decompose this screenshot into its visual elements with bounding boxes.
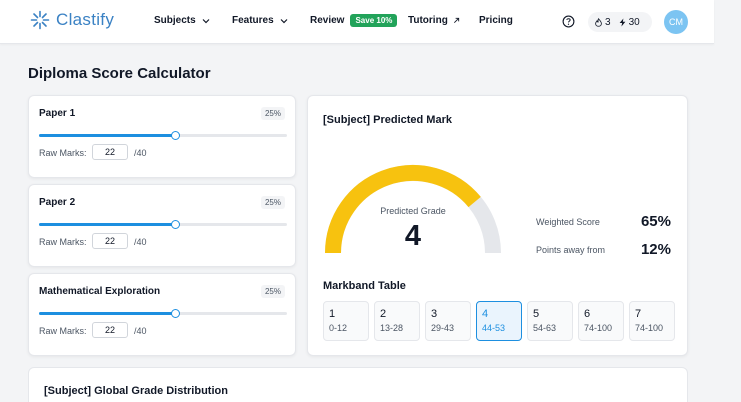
nav-tutoring-label: Tutoring bbox=[408, 15, 448, 26]
raw-marks-max: /40 bbox=[134, 326, 147, 336]
markband-range: 74-100 bbox=[584, 323, 613, 333]
marks-slider[interactable] bbox=[39, 131, 287, 140]
markband-grade: 1 bbox=[329, 308, 336, 320]
weight-badge: 25% bbox=[260, 107, 285, 120]
raw-marks-input[interactable] bbox=[92, 144, 128, 160]
markband-cell[interactable]: 5 54-63 bbox=[527, 301, 573, 341]
nav-review[interactable]: Review Save 10% bbox=[310, 14, 398, 27]
weight-badge: 25% bbox=[260, 196, 285, 209]
predicted-mark-card: [Subject] Predicted Mark Predicted Grade… bbox=[307, 95, 688, 356]
nav-tutoring[interactable]: Tutoring bbox=[408, 15, 460, 26]
marks-slider[interactable] bbox=[39, 220, 287, 229]
nav-features[interactable]: Features bbox=[232, 15, 288, 26]
external-link-icon bbox=[453, 17, 459, 23]
clastify-logo-icon bbox=[30, 10, 50, 30]
markband-title: Markband Table bbox=[323, 280, 406, 292]
markband-range: 0-12 bbox=[329, 323, 348, 333]
flame-count: 3 bbox=[605, 16, 611, 28]
brand-logo[interactable]: Clastify bbox=[30, 10, 114, 30]
markband-table: 1 0-12 2 13-28 3 29-43 4 44-53 5 54-63 6 74-10… bbox=[323, 301, 675, 341]
raw-marks-input[interactable] bbox=[92, 233, 128, 249]
flame-icon bbox=[595, 17, 602, 27]
user-avatar[interactable]: CM bbox=[664, 10, 688, 34]
weighted-score-value: 65% bbox=[640, 213, 671, 230]
raw-marks-max: /40 bbox=[134, 148, 147, 158]
brand-name: Clastify bbox=[56, 10, 115, 29]
markband-grade: 2 bbox=[380, 308, 387, 320]
paper-title: Mathematical Exploration bbox=[39, 286, 161, 297]
slider-fill bbox=[39, 223, 176, 226]
points-away-label: Points away from bbox=[536, 245, 606, 255]
markband-grade: 3 bbox=[431, 308, 438, 320]
paper-card: Paper 2 25% Raw Marks: /40 bbox=[28, 184, 296, 267]
markband-grade: 6 bbox=[584, 308, 591, 320]
nav-features-label: Features bbox=[232, 15, 274, 26]
chevron-down-icon bbox=[280, 18, 288, 23]
predicted-grade-value: 4 bbox=[404, 220, 422, 252]
streak-stats[interactable]: 3 30 bbox=[588, 12, 652, 32]
predicted-mark-title: [Subject] Predicted Mark bbox=[323, 114, 452, 126]
nav-subjects-label: Subjects bbox=[154, 15, 196, 26]
question-circle-icon[interactable] bbox=[562, 15, 575, 28]
paper-card: Mathematical Exploration 25% Raw Marks: … bbox=[28, 273, 296, 356]
slider-thumb[interactable] bbox=[171, 131, 181, 140]
paper-title: Paper 2 bbox=[39, 197, 76, 208]
markband-cell[interactable]: 6 74-100 bbox=[578, 301, 624, 341]
markband-cell[interactable]: 4 44-53 bbox=[476, 301, 522, 341]
points-away-value: 12% bbox=[640, 241, 671, 258]
bolt-count: 30 bbox=[628, 16, 640, 28]
raw-marks-label: Raw Marks: bbox=[39, 237, 87, 247]
slider-thumb[interactable] bbox=[171, 220, 181, 229]
weighted-score-label: Weighted Score bbox=[536, 217, 600, 227]
markband-range: 74-100 bbox=[635, 323, 664, 333]
save-badge: Save 10% bbox=[350, 14, 398, 27]
raw-marks-label: Raw Marks: bbox=[39, 148, 87, 158]
slider-thumb[interactable] bbox=[171, 309, 181, 318]
nav-subjects[interactable]: Subjects bbox=[154, 15, 210, 26]
markband-grade: 4 bbox=[482, 308, 489, 320]
markband-cell[interactable]: 7 74-100 bbox=[629, 301, 675, 341]
markband-cell[interactable]: 3 29-43 bbox=[425, 301, 471, 341]
slider-fill bbox=[39, 312, 176, 315]
markband-cell[interactable]: 1 0-12 bbox=[323, 301, 369, 341]
weight-badge: 25% bbox=[260, 285, 285, 298]
markband-range: 29-43 bbox=[431, 323, 455, 333]
page-title: Diploma Score Calculator bbox=[28, 65, 211, 82]
grade-distribution-title: [Subject] Global Grade Distribution bbox=[44, 385, 228, 397]
markband-range: 44-53 bbox=[482, 323, 506, 333]
paper-title: Paper 1 bbox=[39, 108, 76, 119]
markband-grade: 5 bbox=[533, 308, 540, 320]
markband-cell[interactable]: 2 13-28 bbox=[374, 301, 420, 341]
top-navbar: Clastify Subjects Features Review Save 1… bbox=[0, 0, 714, 44]
raw-marks-input[interactable] bbox=[92, 322, 128, 338]
markband-range: 54-63 bbox=[533, 323, 557, 333]
bolt-icon bbox=[619, 17, 625, 27]
paper-card: Paper 1 25% Raw Marks: /40 bbox=[28, 95, 296, 178]
nav-review-label: Review bbox=[310, 15, 345, 26]
predicted-grade-label: Predicted Grade bbox=[380, 206, 446, 216]
nav-pricing-label: Pricing bbox=[479, 15, 513, 26]
raw-marks-max: /40 bbox=[134, 237, 147, 247]
markband-range: 13-28 bbox=[380, 323, 404, 333]
grade-distribution-card: [Subject] Global Grade Distribution bbox=[28, 367, 688, 402]
nav-pricing[interactable]: Pricing bbox=[479, 15, 513, 26]
raw-marks-label: Raw Marks: bbox=[39, 326, 87, 336]
chevron-down-icon bbox=[202, 18, 210, 23]
slider-fill bbox=[39, 134, 176, 137]
marks-slider[interactable] bbox=[39, 309, 287, 318]
markband-grade: 7 bbox=[635, 308, 642, 320]
